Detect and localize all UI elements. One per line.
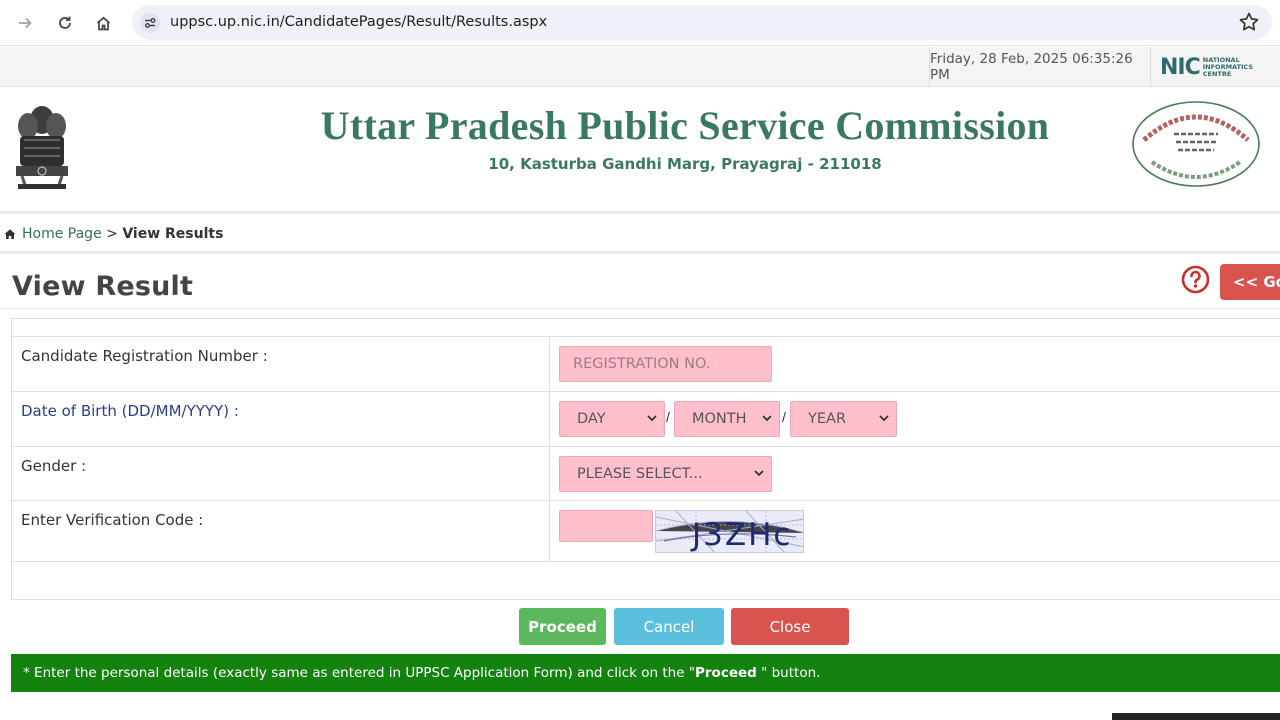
registration-row: Candidate Registration Number : REGISTRA… — [12, 336, 1280, 391]
date-separator: / — [666, 409, 670, 425]
dob-label: Date of Birth (DD/MM/YYYY) : — [21, 402, 239, 420]
breadcrumb: Home Page > View Results — [0, 217, 1280, 254]
address-bar[interactable]: uppsc.up.nic.in/CandidatePages/Result/Re… — [132, 5, 1272, 40]
gender-select[interactable]: PLEASE SELECT... — [559, 456, 772, 492]
instruction-note: * Enter the personal details (exactly sa… — [11, 654, 1280, 692]
registration-number-input[interactable]: REGISTRATION NO. — [559, 346, 772, 382]
commission-seal-logo — [1132, 101, 1260, 187]
chevron-down-icon — [879, 415, 889, 422]
bookmark-star-icon[interactable] — [1238, 11, 1260, 33]
site-title: Uttar Pradesh Public Service Commission — [320, 103, 1050, 148]
go-back-button[interactable]: << Go Back — [1220, 264, 1280, 300]
chevron-down-icon — [762, 415, 772, 422]
result-form: Candidate Registration Number : REGISTRA… — [11, 318, 1280, 600]
divider — [0, 308, 1280, 309]
taskbar-edge — [1112, 713, 1280, 720]
gender-row: Gender : PLEASE SELECT... — [12, 446, 1280, 500]
captcha-image: J3ZHc — [655, 510, 804, 553]
top-info-bar: Friday, 28 Feb, 2025 06:35:26 PM NIC NAT… — [0, 47, 1280, 87]
chevron-down-icon — [754, 470, 764, 477]
url-text[interactable]: uppsc.up.nic.in/CandidatePages/Result/Re… — [170, 14, 547, 30]
date-separator: / — [782, 409, 786, 425]
site-address: 10, Kasturba Gandhi Marg, Prayagraj - 21… — [488, 155, 882, 173]
captcha-row: Enter Verification Code : J3ZHc — [12, 500, 1280, 561]
help-icon[interactable] — [1181, 265, 1210, 294]
browser-toolbar: uppsc.up.nic.in/CandidatePages/Result/Re… — [0, 0, 1280, 46]
cancel-button[interactable]: Cancel — [614, 608, 724, 645]
page-title: View Result — [12, 271, 194, 302]
chevron-down-icon — [647, 415, 657, 422]
reload-icon[interactable] — [52, 10, 78, 36]
site-settings-icon[interactable] — [140, 13, 160, 33]
breadcrumb-current: View Results — [122, 226, 224, 242]
gender-label: Gender : — [21, 457, 87, 475]
forward-arrow-icon[interactable] — [12, 10, 38, 36]
home-icon — [4, 229, 16, 239]
close-button[interactable]: Close — [731, 608, 849, 645]
home-icon[interactable] — [90, 10, 116, 36]
proceed-button[interactable]: Proceed — [519, 608, 606, 645]
dob-year-select[interactable]: YEAR — [790, 401, 897, 437]
breadcrumb-separator: > — [101, 226, 123, 242]
breadcrumb-home-link[interactable]: Home Page — [22, 226, 102, 242]
site-header: Uttar Pradesh Public Service Commission … — [0, 88, 1280, 214]
spacer-row — [12, 561, 1280, 601]
captcha-label: Enter Verification Code : — [21, 511, 204, 529]
dob-month-select[interactable]: MONTH — [674, 401, 780, 437]
dob-row: Date of Birth (DD/MM/YYYY) : DAY / MONTH… — [12, 391, 1280, 446]
captcha-input[interactable] — [559, 510, 653, 542]
nic-logo: NIC NATIONAL INFORMATICS CENTRE — [1160, 54, 1253, 80]
current-datetime: Friday, 28 Feb, 2025 06:35:26 PM — [929, 47, 1151, 87]
registration-label: Candidate Registration Number : — [21, 347, 268, 365]
dob-day-select[interactable]: DAY — [559, 401, 665, 437]
